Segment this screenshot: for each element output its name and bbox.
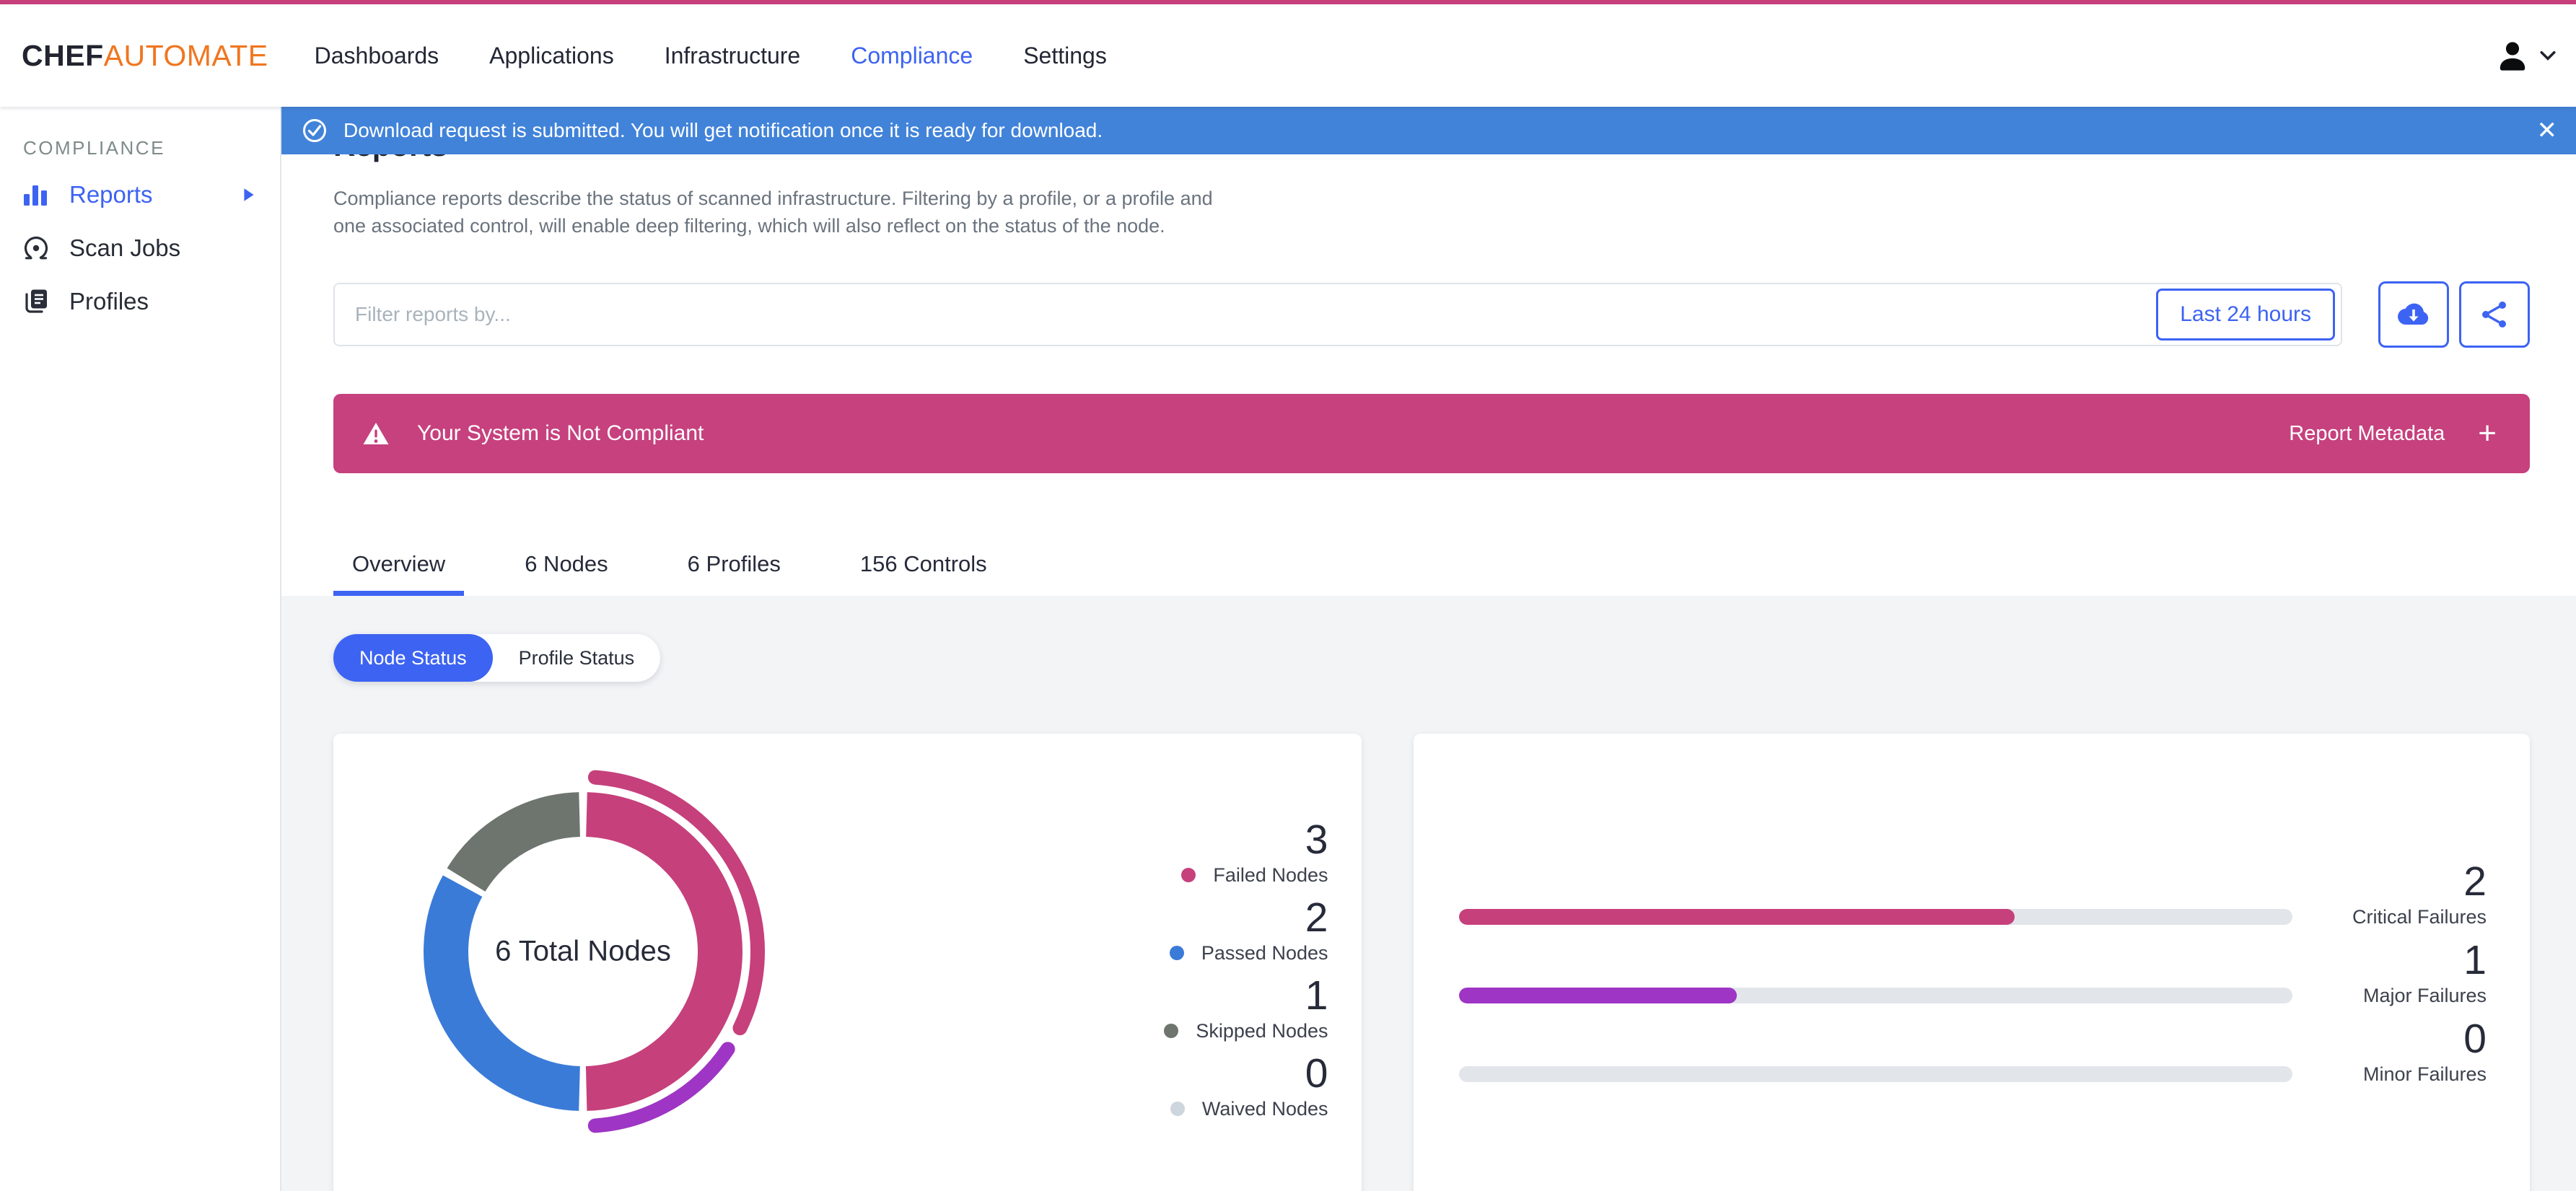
close-icon[interactable]: ✕ <box>2537 118 2558 143</box>
report-tabs: Overview 6 Nodes 6 Profiles 156 Controls <box>333 537 2530 596</box>
chef-automate-app: CHEFAUTOMATE Dashboards Applications Inf… <box>0 0 2576 1191</box>
share-button[interactable] <box>2459 281 2530 348</box>
page-description: Compliance reports describe the status o… <box>333 188 1213 237</box>
primary-nav: Dashboards Applications Infrastructure C… <box>315 43 1107 69</box>
download-notification-banner: Download request is submitted. You will … <box>281 107 2576 154</box>
compliance-status-banner: Your System is Not Compliant Report Meta… <box>333 394 2530 473</box>
chevron-right-icon <box>242 187 255 203</box>
critical-failures-bar <box>1458 909 2292 925</box>
chevron-down-icon <box>2540 50 2556 61</box>
sidebar-item-label: Scan Jobs <box>69 234 181 261</box>
nav-dashboards[interactable]: Dashboards <box>315 43 439 69</box>
legend-item-passed: 2 Passed Nodes <box>1164 897 1328 967</box>
compliance-status-text: Your System is Not Compliant <box>417 421 704 445</box>
plus-icon: + <box>2478 416 2497 451</box>
major-failures-bar <box>1458 988 2292 1003</box>
navbar: CHEFAUTOMATE Dashboards Applications Inf… <box>0 4 2576 107</box>
nav-applications[interactable]: Applications <box>489 43 614 69</box>
radar-icon <box>22 234 51 263</box>
legend-item-waived: 0 Waived Nodes <box>1164 1052 1328 1123</box>
filter-placeholder: Filter reports by... <box>355 303 511 325</box>
report-metadata-toggle[interactable]: Report Metadata + <box>2289 418 2497 449</box>
overview-section: Node Status Profile Status 6 Total Nodes <box>281 596 2576 1191</box>
notification-message: Download request is submitted. You will … <box>343 119 1103 141</box>
main-content: Reports Compliance reports describe the … <box>281 107 2576 1191</box>
filter-reports-input[interactable]: Filter reports by... Last 24 hours <box>333 283 2342 346</box>
logo-automate: AUTOMATE <box>103 38 268 72</box>
sidebar-item-scan-jobs[interactable]: Scan Jobs <box>0 221 280 275</box>
download-report-button[interactable] <box>2378 281 2449 348</box>
legend-item-failed: 3 Failed Nodes <box>1164 819 1328 889</box>
nav-compliance[interactable]: Compliance <box>851 43 973 69</box>
warning-triangle-icon <box>362 421 390 446</box>
passed-dot-icon <box>1169 946 1184 960</box>
tab-profiles[interactable]: 6 Profiles <box>669 537 799 596</box>
sidebar-item-label: Profiles <box>69 288 149 315</box>
status-toggle: Node Status Profile Status <box>333 634 661 682</box>
skipped-dot-icon <box>1164 1024 1179 1038</box>
filter-row: Filter reports by... Last 24 hours <box>333 281 2530 348</box>
bar-chart-icon <box>22 180 51 209</box>
severity-row-minor: 0 Minor Failures <box>1458 1018 2487 1089</box>
toggle-profile-status[interactable]: Profile Status <box>493 634 661 682</box>
minor-failures-bar <box>1458 1066 2292 1082</box>
donut-center-label: 6 Total Nodes <box>495 935 671 967</box>
chef-automate-logo[interactable]: CHEFAUTOMATE <box>22 39 268 73</box>
node-status-legend: 3 Failed Nodes 2 Passed Nodes 1 Skipped … <box>1164 734 1361 1191</box>
share-icon <box>2480 300 2509 329</box>
logo-chef: CHEF <box>22 38 104 72</box>
tab-overview[interactable]: Overview <box>333 537 465 596</box>
node-status-card: 6 Total Nodes 3 Failed Nodes 2 Passed No… <box>333 734 1362 1191</box>
reports-header-section: Reports Compliance reports describe the … <box>281 107 2576 596</box>
report-metadata-label: Report Metadata <box>2289 421 2445 445</box>
person-icon <box>2497 39 2528 72</box>
failure-severity-card: 2 Critical Failures 1 Major Failures 0 M… <box>1413 734 2530 1191</box>
sidebar-item-reports[interactable]: Reports <box>0 168 280 221</box>
legend-item-skipped: 1 Skipped Nodes <box>1164 975 1328 1045</box>
toggle-node-status[interactable]: Node Status <box>333 634 493 682</box>
sidebar-section-label: COMPLIANCE <box>23 137 165 159</box>
failed-dot-icon <box>1181 868 1196 882</box>
tab-nodes[interactable]: 6 Nodes <box>506 537 626 596</box>
nav-infrastructure[interactable]: Infrastructure <box>665 43 801 69</box>
time-range-button[interactable]: Last 24 hours <box>2156 289 2335 340</box>
severity-row-critical: 2 Critical Failures <box>1458 861 2487 931</box>
nav-settings[interactable]: Settings <box>1023 43 1107 69</box>
user-menu[interactable] <box>2497 39 2556 72</box>
sidebar-item-profiles[interactable]: Profiles <box>0 275 280 328</box>
tab-controls[interactable]: 156 Controls <box>841 537 1006 596</box>
waived-dot-icon <box>1170 1102 1185 1116</box>
cloud-download-icon <box>2397 302 2430 328</box>
check-circle-icon <box>302 118 328 144</box>
documents-icon <box>22 287 51 316</box>
node-status-donut-chart: 6 Total Nodes <box>395 764 771 1139</box>
sidebar: COMPLIANCE Reports Scan Jobs Profiles <box>0 107 281 1191</box>
severity-row-major: 1 Major Failures <box>1458 939 2487 1010</box>
sidebar-item-label: Reports <box>69 181 153 208</box>
